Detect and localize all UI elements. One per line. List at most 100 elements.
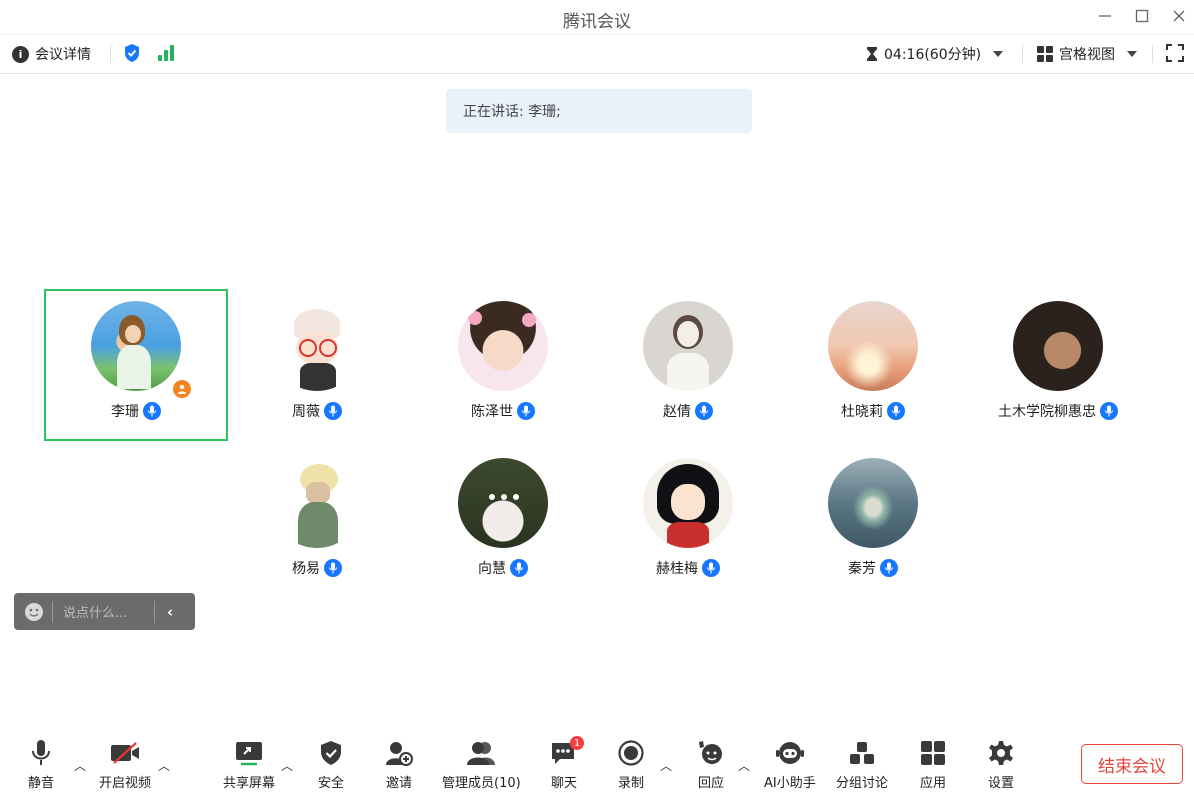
fullscreen-icon	[1166, 44, 1184, 62]
participant-name: 杜晓莉	[841, 404, 883, 420]
unread-count-badge: 1	[570, 736, 584, 750]
participant-tile[interactable]: 向慧	[411, 446, 595, 598]
settings-label: 设置	[988, 776, 1015, 791]
start-video-label: 开启视频	[99, 776, 152, 791]
participant-name-row: 周薇	[225, 401, 409, 421]
meeting-details-label: 会议详情	[35, 47, 91, 63]
apps-label: 应用	[920, 776, 947, 791]
window-title: 腾讯会议	[563, 12, 631, 32]
reaction-hand-icon	[697, 738, 725, 768]
microphone-icon	[1100, 402, 1118, 420]
chevron-down-icon	[993, 51, 1004, 57]
participant-name: 周薇	[292, 404, 320, 420]
avatar	[91, 301, 181, 391]
participant-name: 赫桂梅	[656, 561, 698, 577]
quick-chat-input[interactable]: 说点什么...	[63, 602, 151, 621]
close-button[interactable]	[1168, 6, 1190, 26]
chat-label: 聊天	[550, 776, 577, 791]
chat-bubble-icon: 1	[550, 736, 584, 768]
ai-assistant-button[interactable]: AI小助手	[764, 738, 816, 791]
meeting-timer[interactable]: 04:16(60分钟)	[866, 44, 1004, 64]
network-signal-icon[interactable]	[158, 45, 174, 61]
participant-tile[interactable]: 秦芳	[781, 446, 965, 598]
meeting-info-bar: i 会议详情 04:16(60分钟) 宫格视图	[0, 34, 1194, 74]
chevron-down-icon	[1127, 51, 1137, 57]
microphone-icon	[324, 402, 342, 420]
start-video-button[interactable]: 开启视频	[99, 738, 151, 791]
microphone-icon	[517, 402, 535, 420]
participant-tile[interactable]: 李珊	[44, 289, 228, 441]
reactions-button[interactable]: 回应	[697, 738, 725, 791]
avatar	[272, 301, 362, 391]
participant-tile[interactable]: 杜晓莉	[781, 289, 965, 441]
microphone-icon	[702, 559, 720, 577]
title-bar: 腾讯会议	[0, 0, 1194, 34]
avatar	[1013, 301, 1103, 391]
participant-name-row: 秦芳	[781, 558, 965, 578]
grid-view-icon	[1037, 46, 1053, 62]
end-meeting-button[interactable]: 结束会议	[1081, 744, 1183, 784]
microphone-icon	[695, 402, 713, 420]
invite-button[interactable]: 邀请	[385, 738, 413, 791]
record-button[interactable]: 录制	[618, 738, 644, 791]
mute-button[interactable]: 静音	[28, 738, 54, 791]
meeting-details-button[interactable]: i 会议详情	[12, 44, 91, 64]
participant-tile[interactable]: 杨易	[225, 446, 409, 598]
share-options-chevron-icon[interactable]: ︿	[281, 757, 293, 774]
participant-tile[interactable]: 赵倩	[596, 289, 780, 441]
bottom-toolbar: 静音 ︿ 开启视频 ︿ 共享屏幕 ︿ 安全 邀请 管理成员(10) 1 聊天 录…	[0, 728, 1194, 797]
settings-button[interactable]: 设置	[988, 738, 1014, 791]
add-user-icon	[385, 738, 413, 768]
maximize-button[interactable]	[1131, 6, 1153, 26]
divider	[154, 600, 155, 623]
share-screen-icon	[235, 738, 263, 768]
fullscreen-button[interactable]	[1166, 44, 1184, 62]
breakout-rooms-button[interactable]: 分组讨论	[836, 738, 888, 791]
minimize-button[interactable]	[1094, 6, 1116, 26]
record-options-chevron-icon[interactable]: ︿	[660, 757, 672, 774]
host-badge-icon	[171, 378, 193, 400]
microphone-icon	[143, 402, 161, 420]
divider	[1022, 45, 1023, 63]
participant-name: 陈泽世	[471, 404, 513, 420]
security-label: 安全	[318, 776, 345, 791]
participant-tile[interactable]: 周薇	[225, 289, 409, 441]
avatar	[272, 458, 362, 548]
participant-name: 李珊	[111, 404, 139, 420]
mute-options-chevron-icon[interactable]: ︿	[74, 757, 86, 774]
reactions-label: 回应	[697, 776, 724, 791]
participant-tile[interactable]: 赫桂梅	[596, 446, 780, 598]
chat-button[interactable]: 1 聊天	[550, 736, 584, 791]
manage-members-button[interactable]: 管理成员(10)	[442, 738, 521, 791]
participant-name-row: 向慧	[411, 558, 595, 578]
minimize-icon	[1099, 15, 1111, 17]
ai-assistant-label: AI小助手	[764, 776, 816, 791]
view-mode-label: 宫格视图	[1059, 47, 1115, 63]
participant-name-row: 杨易	[225, 558, 409, 578]
record-label: 录制	[618, 776, 645, 791]
participant-tile[interactable]: 陈泽世	[411, 289, 595, 441]
reactions-options-chevron-icon[interactable]: ︿	[738, 757, 750, 774]
avatar	[458, 458, 548, 548]
participant-tile[interactable]: 土木学院柳惠忠	[966, 289, 1150, 441]
microphone-icon	[324, 559, 342, 577]
breakout-icon	[849, 738, 875, 768]
mute-label: 静音	[28, 776, 55, 791]
security-shield-icon[interactable]	[123, 43, 141, 67]
participant-name: 赵倩	[663, 404, 691, 420]
close-icon	[1173, 10, 1185, 22]
quick-chat-bar: 说点什么... ‹	[14, 593, 195, 630]
video-off-icon	[110, 738, 140, 768]
video-options-chevron-icon[interactable]: ︿	[158, 757, 170, 774]
invite-label: 邀请	[385, 776, 412, 791]
info-icon: i	[12, 45, 29, 63]
share-screen-button[interactable]: 共享屏幕	[223, 738, 275, 791]
collapse-chevron-icon[interactable]: ‹	[167, 603, 173, 621]
apps-button[interactable]: 应用	[920, 738, 946, 791]
security-button[interactable]: 安全	[318, 738, 344, 791]
view-mode-dropdown[interactable]: 宫格视图	[1037, 44, 1137, 64]
participant-name: 杨易	[292, 561, 320, 577]
emoji-icon[interactable]	[25, 602, 43, 621]
divider	[1152, 45, 1153, 63]
participant-name-row: 赫桂梅	[596, 558, 780, 578]
